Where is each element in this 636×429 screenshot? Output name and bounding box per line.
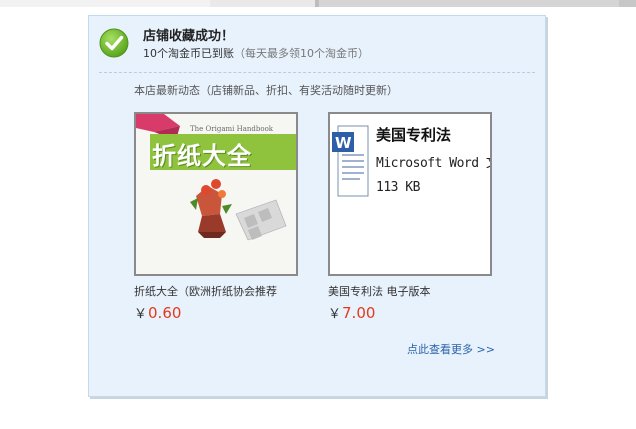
doc-preview-size: 113 KB (376, 180, 420, 195)
product-card: The Origami Handbook 折纸大全 折纸大全（欧洲折纸协会推荐 … (134, 112, 304, 322)
product-thumbnail-origami[interactable]: The Origami Handbook 折纸大全 (134, 112, 298, 276)
cover-chinese-title: 折纸大全 (152, 142, 252, 170)
reward-text: 10个淘金币已到账 (143, 47, 234, 60)
origami-book-cover: The Origami Handbook 折纸大全 (136, 114, 296, 274)
doc-preview-type: Microsoft Word 文档 (376, 156, 490, 171)
shop-updates-label: 本店最新动态（店铺新品、折扣、有奖活动随时更新） (134, 84, 398, 97)
currency-symbol: ￥ (134, 307, 148, 322)
cover-english-title: The Origami Handbook (190, 125, 274, 133)
product-price: ￥0.60 (134, 303, 304, 322)
reward-message: 10个淘金币已到账（每天最多领10个淘金币） (143, 45, 369, 61)
price-value: 7.00 (342, 304, 376, 322)
price-value: 0.60 (148, 304, 182, 322)
word-doc-icon: W (332, 125, 369, 197)
success-title: 店铺收藏成功！ (143, 29, 235, 44)
top-strip-segment (0, 0, 210, 7)
product-thumbnail-patent-law[interactable]: W 美国专利法 Microsoft Word 文档 113 KB (328, 112, 492, 276)
browser-top-strip (0, 0, 636, 7)
word-document-preview: W 美国专利法 Microsoft Word 文档 113 KB (330, 114, 490, 274)
product-card: W 美国专利法 Microsoft Word 文档 113 KB 美国专利法 电… (328, 112, 498, 322)
doc-preview-title: 美国专利法 (376, 126, 452, 144)
product-name[interactable]: 折纸大全（欧洲折纸协会推荐 (134, 283, 294, 299)
view-more-link[interactable]: 点此查看更多 >> (407, 341, 495, 357)
product-name[interactable]: 美国专利法 电子版本 (328, 283, 488, 299)
product-price: ￥7.00 (328, 303, 498, 322)
top-strip-segment (619, 0, 636, 7)
reward-hint: （每天最多领10个淘金币） (234, 47, 369, 60)
check-circle-icon (99, 28, 129, 58)
currency-symbol: ￥ (328, 307, 342, 322)
svg-text:W: W (335, 134, 352, 152)
favorite-success-panel: 店铺收藏成功！ 10个淘金币已到账（每天最多领10个淘金币） 本店最新动态（店铺… (88, 15, 546, 397)
dashed-divider (99, 72, 535, 73)
top-strip-segment (319, 0, 619, 7)
